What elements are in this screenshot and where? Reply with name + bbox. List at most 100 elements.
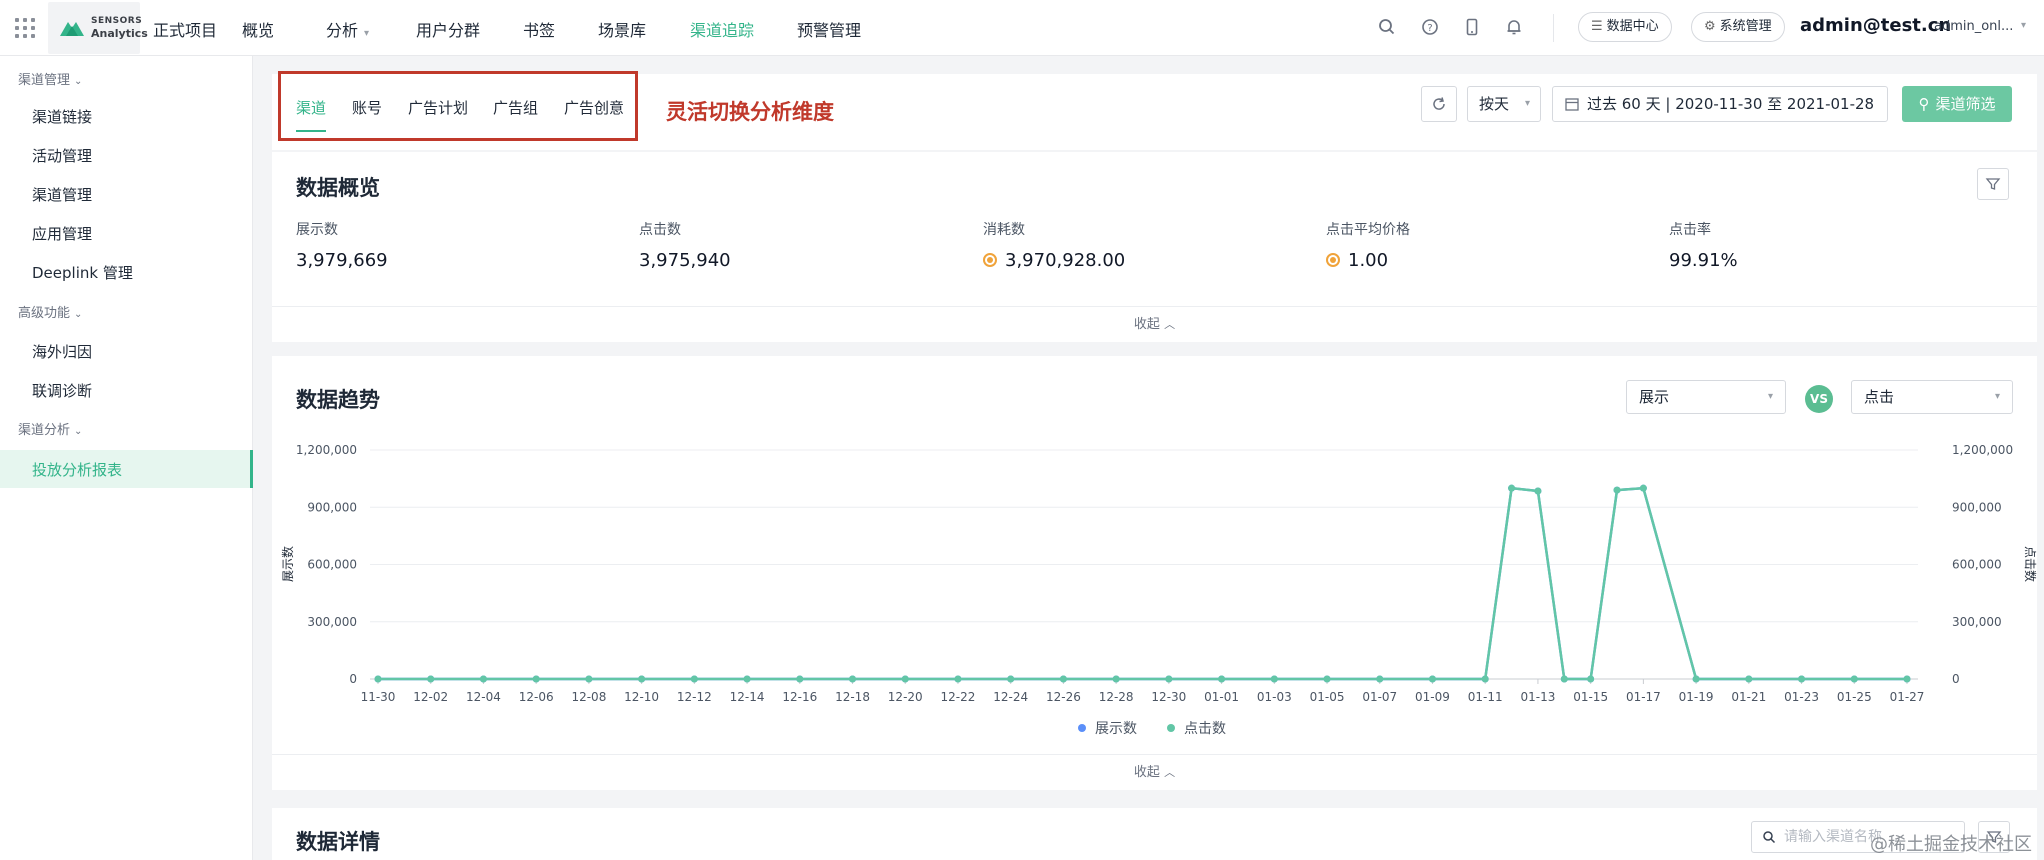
sensors-logo[interactable]: SENSORS Analytics	[48, 2, 148, 54]
calendar-icon	[1565, 98, 1579, 111]
system-admin-button[interactable]: ⚙ 系统管理	[1691, 12, 1785, 42]
right-metric-select[interactable]: 点击 ▾	[1851, 380, 2013, 414]
left-metric-value: 展示	[1639, 388, 1670, 406]
sidebar-item-app-management[interactable]: 应用管理	[32, 223, 92, 244]
sidebar: 渠道管理 ⌄ 渠道链接 活动管理 渠道管理 应用管理 Deeplink 管理 高级…	[0, 56, 253, 860]
nav-analysis-label: 分析	[326, 21, 359, 40]
sidebar-group-label: 渠道分析	[18, 423, 71, 438]
channel-filter-button[interactable]: ⚲ 渠道筛选	[1902, 86, 2012, 122]
left-metric-select[interactable]: 展示 ▾	[1626, 380, 1786, 414]
search-placeholder: 请输入渠道名称	[1784, 829, 1882, 845]
divider	[1553, 14, 1554, 42]
account-org[interactable]: admin_onl...	[1934, 19, 2013, 34]
sidebar-group-channel-analysis[interactable]: 渠道分析 ⌄	[18, 419, 82, 438]
metric-value-clicks: 3,975,940	[639, 250, 731, 271]
sidebar-group-advanced[interactable]: 高级功能 ⌄	[18, 302, 82, 321]
metric-label-clicks: 点击数	[639, 222, 681, 238]
metric-label-avg-click-price: 点击平均价格	[1326, 222, 1410, 238]
chevron-down-icon: ⌄	[74, 76, 83, 87]
account-email[interactable]: admin@test.cn	[1800, 15, 1951, 36]
data-center-label: 数据中心	[1606, 19, 1659, 34]
metric-label-impressions: 展示数	[296, 222, 338, 238]
nav-overview[interactable]: 概览	[242, 17, 274, 41]
metric-value-ctr: 99.91%	[1669, 250, 1738, 271]
coin-icon	[983, 253, 997, 267]
refresh-icon	[1433, 97, 1445, 110]
trend-collapse-toggle[interactable]: 收起 ︿	[272, 754, 2037, 790]
right-metric-value: 点击	[1864, 388, 1895, 406]
sidebar-item-label: 投放分析报表	[32, 461, 123, 479]
metric-value-avg-click-price: 1.00	[1326, 250, 1388, 271]
annotation-highlight-box	[278, 71, 638, 141]
sidebar-item-channel-management[interactable]: 渠道管理	[32, 184, 92, 205]
chevron-down-icon: ▾	[364, 28, 370, 39]
nav-bookmarks[interactable]: 书签	[523, 17, 555, 41]
chevron-down-icon[interactable]: ▾	[2021, 20, 2026, 31]
metric-value-avg-click-price-text: 1.00	[1348, 250, 1389, 271]
metric-value-cost: 3,970,928.00	[983, 250, 1125, 271]
sidebar-group-channel-management[interactable]: 渠道管理 ⌄	[18, 69, 82, 88]
coin-icon	[1326, 253, 1340, 267]
chevron-down-icon: ▾	[1994, 391, 2000, 402]
help-icon[interactable]: ?	[1420, 17, 1440, 37]
date-range-text: 过去 60 天 | 2020-11-30 至 2021-01-28	[1587, 95, 1875, 113]
collapse-label: 收起	[1133, 765, 1160, 780]
top-navigation-bar: SENSORS Analytics 正式项目 概览 分析 ▾ 用户分群 书签 场景…	[0, 0, 2044, 56]
nav-analysis[interactable]: 分析 ▾	[326, 17, 369, 41]
apps-grid-icon[interactable]	[15, 18, 35, 38]
system-admin-label: 系统管理	[1719, 19, 1772, 34]
channel-filter-label: 渠道筛选	[1935, 95, 1996, 113]
sidebar-item-deeplink-management[interactable]: Deeplink 管理	[32, 262, 133, 283]
watermark: @稀土掘金技术社区	[1870, 834, 2032, 855]
data-center-button[interactable]: ☰ 数据中心	[1578, 12, 1672, 42]
search-icon[interactable]	[1377, 17, 1397, 37]
sidebar-item-channel-links[interactable]: 渠道链接	[32, 106, 92, 127]
chevron-down-icon: ⌄	[74, 426, 83, 437]
collapse-label: 收起	[1133, 317, 1160, 332]
chevron-up-icon: ︿	[1164, 766, 1176, 779]
overview-collapse-toggle[interactable]: 收起 ︿	[272, 306, 2037, 342]
granularity-value: 按天	[1479, 95, 1510, 113]
sidebar-item-integration-diagnosis[interactable]: 联调诊断	[32, 380, 92, 401]
metric-value-cost-text: 3,970,928.00	[1005, 250, 1126, 271]
nav-alert-management[interactable]: 预警管理	[797, 17, 861, 41]
mobile-icon[interactable]	[1462, 17, 1482, 37]
trend-title: 数据趋势	[296, 388, 380, 412]
logo-line2: Analytics	[91, 27, 148, 40]
chevron-down-icon: ▾	[1767, 391, 1773, 402]
sidebar-item-campaign-management[interactable]: 活动管理	[32, 145, 92, 166]
date-range-picker[interactable]: 过去 60 天 | 2020-11-30 至 2021-01-28	[1552, 86, 1888, 122]
details-title: 数据详情	[296, 830, 380, 854]
sidebar-group-label: 渠道管理	[18, 73, 71, 88]
database-icon: ☰	[1591, 19, 1603, 34]
chevron-down-icon: ⌄	[74, 309, 83, 320]
overview-title: 数据概览	[296, 176, 380, 200]
gear-icon: ⚙	[1704, 19, 1716, 34]
bell-icon[interactable]	[1504, 17, 1524, 37]
metric-value-impressions: 3,979,669	[296, 250, 388, 271]
chevron-up-icon: ︿	[1164, 318, 1176, 331]
project-selector[interactable]: 正式项目	[153, 17, 217, 41]
refresh-button[interactable]	[1421, 86, 1457, 122]
search-icon	[1763, 831, 1776, 844]
svg-text:?: ?	[1427, 23, 1432, 34]
logo-line1: SENSORS	[91, 16, 143, 26]
metric-label-cost: 消耗数	[983, 222, 1025, 238]
chevron-down-icon: ▾	[1524, 98, 1530, 109]
overview-card: 数据概览 展示数 3,979,669 点击数 3,975,940 消耗数 3,9…	[272, 152, 2037, 342]
logo-mark-icon	[60, 22, 84, 36]
sidebar-item-overseas-attribution[interactable]: 海外归因	[32, 341, 92, 362]
sidebar-group-label: 高级功能	[18, 306, 71, 321]
filter-settings-button[interactable]	[1977, 168, 2009, 200]
sidebar-item-ad-report[interactable]: 投放分析报表	[0, 450, 253, 488]
nav-channel-tracking[interactable]: 渠道追踪	[690, 17, 754, 41]
funnel-icon	[1985, 178, 2001, 190]
granularity-select[interactable]: 按天 ▾	[1467, 86, 1541, 122]
metric-label-ctr: 点击率	[1669, 222, 1711, 238]
annotation-text: 灵活切换分析维度	[666, 100, 834, 124]
filter-icon: ⚲	[1918, 95, 1930, 113]
nav-scene-library[interactable]: 场景库	[598, 17, 646, 41]
vs-badge: VS	[1805, 385, 1833, 413]
nav-user-segments[interactable]: 用户分群	[416, 17, 480, 41]
trend-card: 数据趋势 展示 ▾ 点击 ▾ 收起 ︿	[272, 356, 2037, 790]
